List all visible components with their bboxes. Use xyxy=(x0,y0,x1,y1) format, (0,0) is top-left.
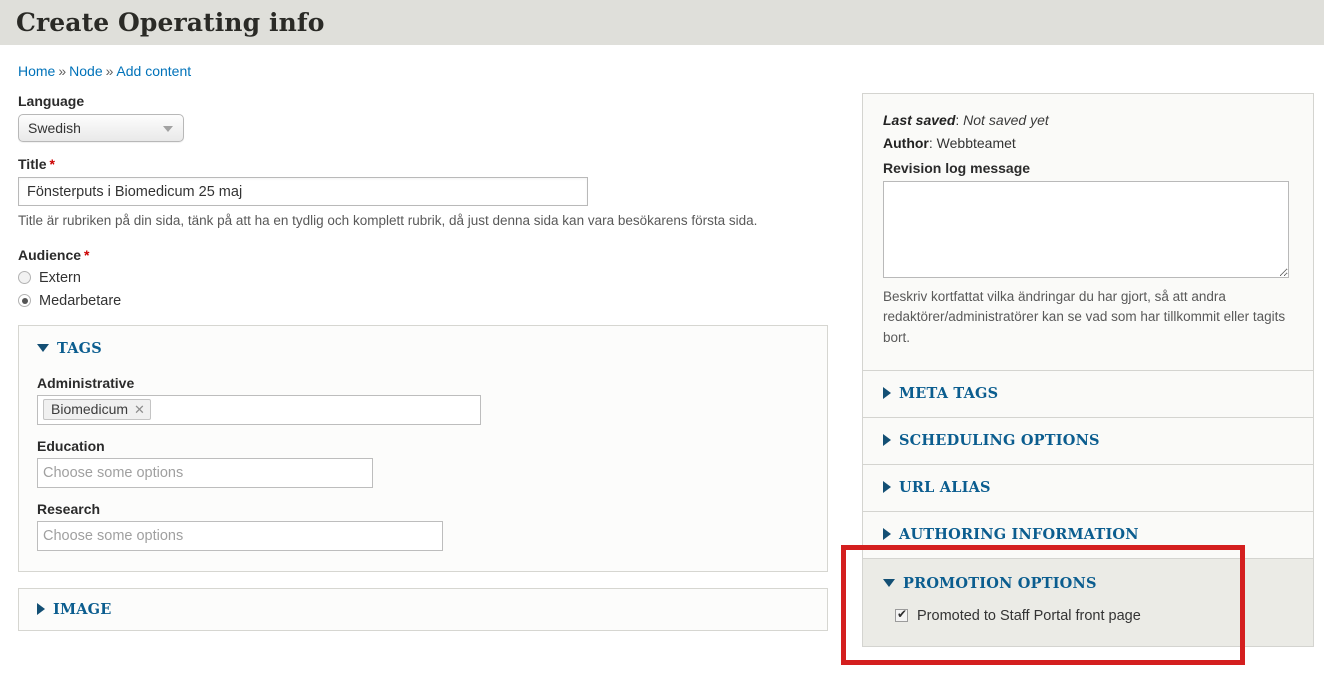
tags-fieldset-body: Administrative Biomedicum ✕ Education Ch… xyxy=(37,375,809,551)
audience-label: Audience * xyxy=(18,247,828,263)
breadcrumb: Home» Node» Add content xyxy=(0,45,1324,79)
tags-fieldset-legend: TAGS xyxy=(57,339,102,357)
required-marker: * xyxy=(49,156,55,172)
title-label-text: Title xyxy=(18,156,47,172)
last-saved-value: Not saved yet xyxy=(963,112,1049,128)
administrative-tag-group: Administrative Biomedicum ✕ xyxy=(37,375,809,425)
radio-icon-selected[interactable] xyxy=(18,294,31,308)
author-value: Webbteamet xyxy=(936,135,1016,151)
breadcrumb-separator: » xyxy=(58,63,67,79)
page-layout: Language Swedish Title* Title är rubrike… xyxy=(0,79,1324,647)
sidebar-column: Last saved: Not saved yet Author: Webbte… xyxy=(862,93,1314,647)
education-tag-group: Education Choose some options xyxy=(37,438,809,488)
sidebar-section-url-alias[interactable]: URL ALIAS xyxy=(863,465,1313,512)
audience-option-extern[interactable]: Extern xyxy=(18,270,828,286)
tag-chip[interactable]: Biomedicum ✕ xyxy=(43,399,151,421)
sidebar-section-scheduling-options[interactable]: SCHEDULING OPTIONS xyxy=(863,418,1313,465)
main-form-column: Language Swedish Title* Title är rubrike… xyxy=(18,93,828,631)
research-placeholder: Choose some options xyxy=(43,527,184,544)
image-fieldset: IMAGE xyxy=(18,587,828,631)
breadcrumb-item-home[interactable]: Home xyxy=(18,63,55,79)
breadcrumb-item-add-content[interactable]: Add content xyxy=(116,63,191,79)
tag-chip-label: Biomedicum xyxy=(51,401,129,418)
administrative-label: Administrative xyxy=(37,374,135,391)
author-line: Author: Webbteamet xyxy=(883,135,1016,151)
breadcrumb-item-node[interactable]: Node xyxy=(69,63,102,79)
node-summary: Last saved: Not saved yet Author: Webbte… xyxy=(863,94,1313,371)
triangle-right-icon xyxy=(883,387,891,400)
triangle-right-icon xyxy=(883,481,891,494)
triangle-down-icon xyxy=(37,344,49,353)
sidebar-section-label: META TAGS xyxy=(899,384,999,402)
radio-icon[interactable] xyxy=(18,271,31,285)
language-select[interactable]: Swedish xyxy=(18,114,184,142)
research-tag-input[interactable]: Choose some options xyxy=(37,520,443,551)
revision-log-label: Revision log message xyxy=(883,160,1031,176)
research-tag-group: Research Choose some options xyxy=(37,501,809,551)
sidebar-section-label: AUTHORING INFORMATION xyxy=(899,525,1139,543)
sidebar-section-meta-tags[interactable]: META TAGS xyxy=(863,371,1313,418)
promoted-checkbox-row[interactable]: Promoted to Staff Portal front page xyxy=(895,607,1293,624)
sidebar-section-label: PROMOTION OPTIONS xyxy=(903,574,1097,592)
triangle-right-icon xyxy=(37,603,45,616)
education-placeholder: Choose some options xyxy=(43,464,184,481)
language-select-wrapper: Swedish xyxy=(18,114,184,142)
page-title: Create Operating info xyxy=(16,8,325,37)
education-tag-input[interactable]: Choose some options xyxy=(37,457,373,488)
checkbox-icon-checked[interactable] xyxy=(895,607,908,623)
triangle-right-icon xyxy=(883,528,891,541)
title-label: Title * xyxy=(18,156,828,172)
title-description: Title är rubriken på din sida, tänk på a… xyxy=(18,213,758,228)
triangle-right-icon xyxy=(883,434,891,447)
audience-option-label: Extern xyxy=(39,269,81,286)
sidebar-section-promotion-options[interactable]: PROMOTION OPTIONS Promoted to Staff Port… xyxy=(863,558,1313,646)
audience-label-text: Audience xyxy=(18,246,82,263)
sidebar-section-authoring-information[interactable]: AUTHORING INFORMATION xyxy=(863,512,1313,559)
revision-log-description: Beskriv kortfattat vilka ändringar du ha… xyxy=(883,289,1286,345)
tags-fieldset: TAGS Administrative Biomedicum ✕ Educati… xyxy=(18,324,828,572)
audience-option-label: Medarbetare xyxy=(39,292,122,309)
sidebar-section-label: URL ALIAS xyxy=(899,478,991,496)
administrative-tag-input[interactable]: Biomedicum ✕ xyxy=(37,394,481,425)
promotion-options-toggle[interactable]: PROMOTION OPTIONS xyxy=(883,575,1293,592)
image-fieldset-toggle[interactable]: IMAGE xyxy=(37,601,809,618)
research-label: Research xyxy=(37,500,101,517)
image-fieldset-legend: IMAGE xyxy=(53,600,112,618)
node-meta-panel: Last saved: Not saved yet Author: Webbte… xyxy=(862,93,1314,647)
education-label: Education xyxy=(37,437,105,454)
last-saved-line: Last saved: Not saved yet xyxy=(883,112,1049,128)
tags-fieldset-toggle[interactable]: TAGS xyxy=(37,340,809,357)
required-marker: * xyxy=(84,246,90,263)
promoted-checkbox-label: Promoted to Staff Portal front page xyxy=(917,607,1141,624)
language-label: Language xyxy=(18,93,85,109)
audience-option-medarbetare[interactable]: Medarbetare xyxy=(18,293,828,309)
title-input[interactable] xyxy=(18,177,588,206)
breadcrumb-separator: » xyxy=(105,63,114,79)
close-icon[interactable]: ✕ xyxy=(134,403,145,416)
page-header: Create Operating info xyxy=(0,0,1324,45)
sidebar-section-label: SCHEDULING OPTIONS xyxy=(899,431,1100,449)
triangle-down-icon xyxy=(883,579,895,588)
revision-log-textarea[interactable] xyxy=(883,181,1289,278)
last-saved-label: Last saved xyxy=(883,112,956,128)
author-label: Author xyxy=(883,135,929,151)
